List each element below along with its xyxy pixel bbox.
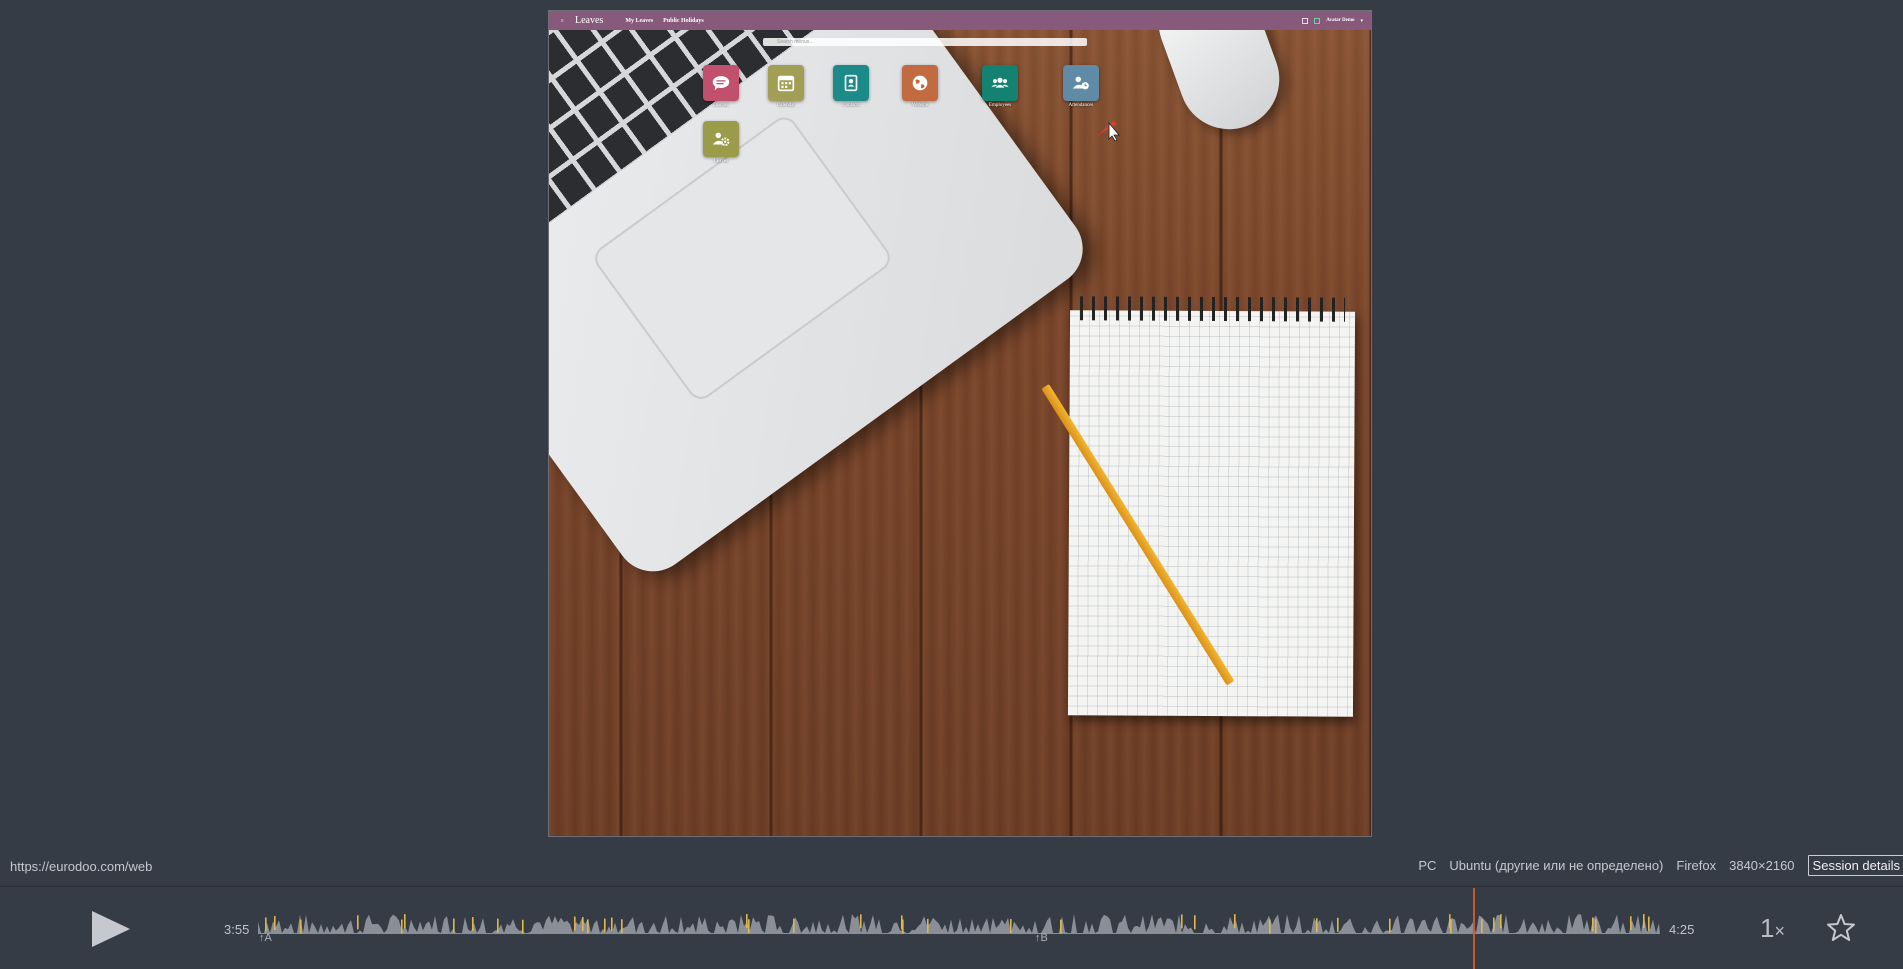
activity-waveform xyxy=(258,914,1660,934)
app-attendances[interactable]: Attendances xyxy=(1062,65,1100,113)
event-tick xyxy=(497,918,499,933)
session-details-button[interactable]: Session details xyxy=(1807,855,1903,876)
caret-down-icon: ▾ xyxy=(1360,18,1363,24)
event-tick xyxy=(746,914,748,929)
play-button[interactable] xyxy=(88,909,132,949)
apps-menu-icon[interactable]: ▫ xyxy=(557,16,567,25)
app-website[interactable]: Website xyxy=(901,65,939,113)
event-tick xyxy=(453,918,455,933)
event-tick xyxy=(300,919,302,934)
person-clock-icon xyxy=(1063,65,1099,101)
time-end: 4:25 xyxy=(1669,922,1695,937)
event-tick xyxy=(611,917,613,932)
apps-search-input[interactable]: Search menus... xyxy=(763,38,1087,46)
activity-timeline[interactable] xyxy=(258,910,1660,934)
marker-a[interactable]: ↑A xyxy=(259,932,272,944)
people-icon xyxy=(982,65,1018,101)
event-tick xyxy=(522,919,524,934)
event-tick xyxy=(1592,917,1594,932)
globe-icon xyxy=(902,65,938,101)
divider xyxy=(0,886,1903,887)
event-tick xyxy=(582,917,584,932)
event-tick xyxy=(404,914,406,929)
event-tick xyxy=(793,918,795,933)
app-label: Calendar xyxy=(776,103,796,108)
playback-speed-button[interactable]: 1× xyxy=(1760,913,1785,944)
notepad-spiral xyxy=(1080,296,1346,322)
event-tick xyxy=(1181,914,1183,929)
marker-b[interactable]: ↑B xyxy=(1035,932,1048,944)
speed-suffix: × xyxy=(1774,921,1785,941)
event-tick xyxy=(574,916,576,931)
odoo-top-bar: ▫ Leaves My Leaves Public Holidays Avata… xyxy=(549,11,1371,30)
app-calendar[interactable]: Calendar xyxy=(767,65,805,113)
browser-label: Firefox xyxy=(1676,858,1717,873)
odoo-brand: Leaves xyxy=(575,15,604,26)
event-tick xyxy=(265,917,267,932)
event-tick xyxy=(1194,915,1196,930)
page-url[interactable]: https://eurodoo.com/web xyxy=(10,859,152,874)
speed-value: 1 xyxy=(1760,913,1775,943)
os-label: Ubuntu (другие или не определено) xyxy=(1449,858,1664,873)
event-tick xyxy=(604,918,606,933)
event-tick xyxy=(1060,919,1062,934)
time-start: 3:55 xyxy=(224,922,250,937)
app-label: Employees xyxy=(988,103,1012,108)
user-menu[interactable]: Avatar Demo xyxy=(1326,18,1354,23)
person-gear-icon xyxy=(703,121,739,157)
event-tick xyxy=(860,914,862,929)
event-tick xyxy=(927,918,929,933)
app-label: Leaves xyxy=(713,159,729,164)
event-tick xyxy=(1389,918,1391,933)
chat-icon xyxy=(703,65,739,101)
activity-icon[interactable] xyxy=(1302,17,1309,24)
app-discuss[interactable]: Discuss xyxy=(702,65,740,113)
event-tick xyxy=(1337,917,1339,932)
app-leaves[interactable]: Leaves xyxy=(702,121,740,169)
calendar-icon xyxy=(768,65,804,101)
event-tick xyxy=(1269,919,1271,934)
event-tick xyxy=(587,919,589,934)
event-tick xyxy=(401,919,403,934)
app-contacts[interactable]: Contacts xyxy=(832,65,870,113)
event-tick xyxy=(1449,914,1451,929)
session-meta: PC Ubuntu (другие или не определено) Fir… xyxy=(1418,855,1903,876)
event-tick xyxy=(1493,917,1495,932)
session-replay-viewport: ▫ Leaves My Leaves Public Holidays Avata… xyxy=(548,10,1372,837)
menu-public-holidays[interactable]: Public Holidays xyxy=(663,18,704,24)
event-tick xyxy=(1595,919,1597,934)
event-tick xyxy=(1234,914,1236,929)
event-tick xyxy=(274,916,276,931)
event-tick xyxy=(1316,918,1318,933)
chat-icon[interactable] xyxy=(1314,17,1321,24)
event-tick xyxy=(1500,914,1502,929)
app-label: Attendances xyxy=(1068,103,1094,108)
event-tick xyxy=(1630,916,1632,931)
event-tick xyxy=(1010,919,1012,934)
event-tick xyxy=(472,917,474,932)
resolution-label: 3840×2160 xyxy=(1729,858,1795,873)
event-tick xyxy=(902,919,904,934)
app-label: Contacts xyxy=(842,103,860,108)
event-tick xyxy=(621,919,623,934)
menu-my-leaves[interactable]: My Leaves xyxy=(625,18,653,24)
star-icon[interactable] xyxy=(1825,912,1857,944)
event-tick xyxy=(1643,914,1645,929)
marker-a-label: A xyxy=(264,932,272,944)
app-label: Discuss xyxy=(713,103,729,108)
device-label: PC xyxy=(1418,858,1437,873)
contact-card-icon xyxy=(833,65,869,101)
marker-b-label: B xyxy=(1040,932,1048,944)
session-info-row: https://eurodoo.com/web PC Ubuntu (други… xyxy=(0,852,1903,882)
event-tick xyxy=(748,919,750,934)
event-tick xyxy=(357,915,359,930)
event-tick xyxy=(1648,916,1650,931)
mouse-cursor-icon xyxy=(1097,121,1120,142)
app-label: Website xyxy=(912,103,928,108)
event-tick xyxy=(1481,918,1483,933)
app-employees[interactable]: Employees xyxy=(981,65,1019,113)
playhead[interactable] xyxy=(1473,888,1475,969)
